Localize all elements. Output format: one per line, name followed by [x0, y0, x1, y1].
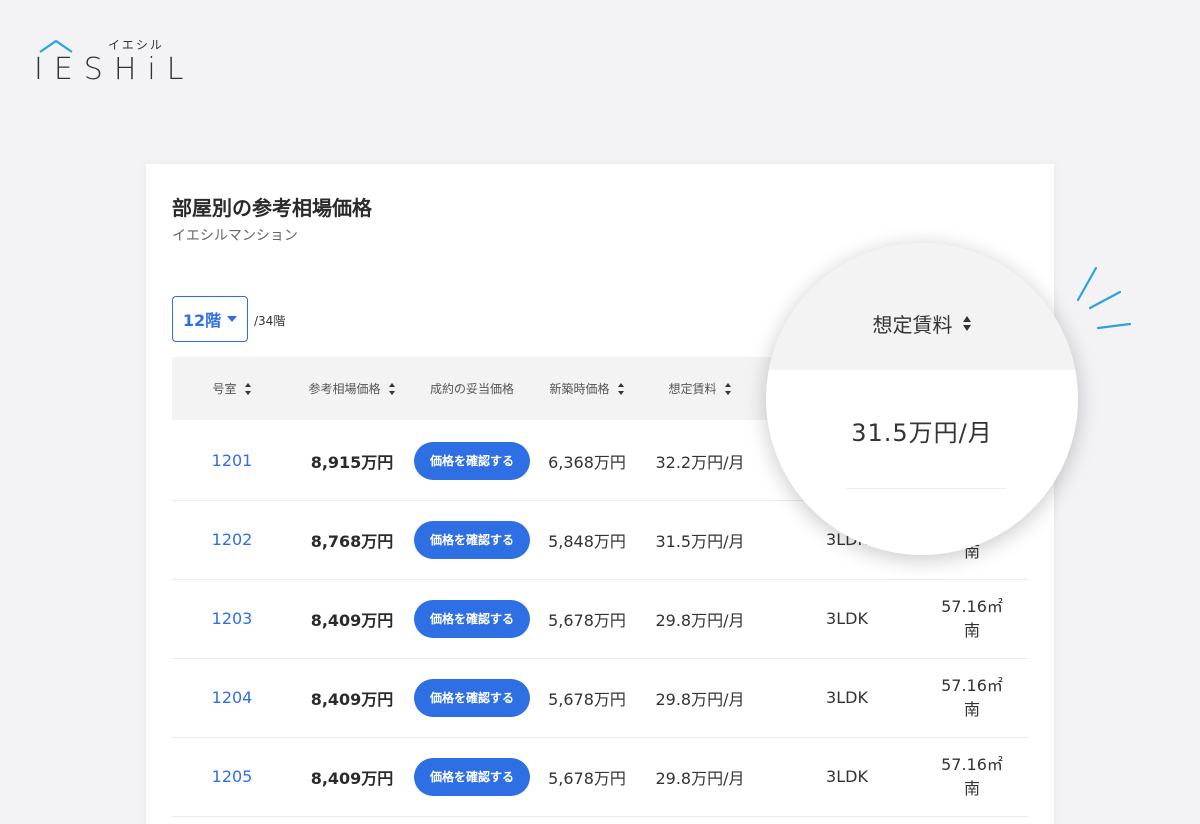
sort-icon: [244, 382, 252, 395]
layout: 3LDK: [826, 688, 868, 707]
area-direction: 57.16㎡ 南: [912, 579, 1032, 658]
direction: 南: [963, 778, 980, 798]
check-price-button[interactable]: 価格を確認する: [414, 678, 530, 717]
area: 57.16㎡: [941, 596, 1003, 616]
reference-price: 8,768万円: [310, 531, 394, 551]
direction: 南: [963, 620, 980, 640]
layout: 3LDK: [826, 609, 868, 628]
rent: 31.5万円/月: [655, 531, 745, 551]
card-title: 部屋別の参考相場価格: [172, 196, 372, 220]
fair-price-cell: 価格を確認する: [412, 737, 532, 816]
fair-price-cell: 価格を確認する: [412, 658, 532, 737]
reference-price: 8,409万円: [310, 689, 394, 709]
reference-price: 8,409万円: [310, 610, 394, 630]
rent: 29.8万円/月: [655, 768, 745, 788]
sort-icon: [724, 382, 732, 395]
room-number-link[interactable]: 1204: [172, 658, 292, 737]
new-price: 5,678万円: [548, 768, 626, 788]
rent: 29.8万円/月: [655, 689, 745, 709]
direction: 南: [963, 699, 980, 719]
th-reference-price[interactable]: 参考相場価格: [292, 357, 412, 420]
table-row: 1204 8,409万円 価格を確認する 5,678万円 29.8万円/月 3L…: [172, 658, 1028, 738]
area-direction: 57.16㎡ 南: [912, 658, 1032, 737]
check-price-button[interactable]: 価格を確認する: [414, 520, 530, 559]
rent: 29.8万円/月: [655, 610, 745, 630]
new-price: 5,848万円: [548, 531, 626, 551]
area: 57.16㎡: [941, 754, 1003, 774]
reference-price: 8,409万円: [310, 768, 394, 788]
floor-select-value: 12階: [182, 311, 222, 330]
sort-icon: [962, 316, 972, 331]
magnifier-callout: 想定賃料 31.5万円/月: [766, 243, 1078, 555]
check-price-button[interactable]: 価格を確認する: [414, 757, 530, 796]
new-price: 6,368万円: [548, 452, 626, 472]
th-rent[interactable]: 想定賃料: [642, 357, 758, 420]
ieshil-logo: イエシル IESHiL: [34, 34, 183, 94]
area-direction: 57.16㎡ 南: [912, 737, 1032, 816]
layout: 3LDK: [826, 767, 868, 786]
table-row: 1203 8,409万円 価格を確認する 5,678万円 29.8万円/月 3L…: [172, 579, 1028, 659]
check-price-button[interactable]: 価格を確認する: [414, 599, 530, 638]
building-name: イエシルマンション: [172, 228, 298, 244]
floor-total: /34階: [254, 314, 286, 328]
sparkle-icon: [1076, 266, 1132, 330]
magnifier-divider: [846, 488, 1006, 489]
fair-price-cell: 価格を確認する: [412, 421, 532, 500]
room-number-link[interactable]: 1202: [172, 500, 292, 579]
th-fair-price: 成約の妥当価格: [429, 382, 514, 396]
room-number-link[interactable]: 1201: [172, 421, 292, 500]
table-row: 1205 8,409万円 価格を確認する 5,678万円 29.8万円/月 3L…: [172, 737, 1028, 817]
logo-kana: イエシル: [108, 38, 164, 52]
magnifier-header: 想定賃料: [766, 243, 1078, 370]
sort-icon: [617, 382, 625, 395]
fair-price-cell: 価格を確認する: [412, 579, 532, 658]
room-number-link[interactable]: 1203: [172, 579, 292, 658]
magnifier-value: 31.5万円/月: [851, 419, 993, 447]
th-room[interactable]: 号室: [172, 357, 292, 420]
fair-price-cell: 価格を確認する: [412, 500, 532, 579]
chevron-down-icon: [227, 316, 238, 322]
new-price: 5,678万円: [548, 610, 626, 630]
sort-icon: [388, 382, 396, 395]
logo-wordmark: IESHiL: [34, 52, 195, 87]
room-number-link[interactable]: 1205: [172, 737, 292, 816]
floor-select[interactable]: 12階: [172, 296, 248, 342]
new-price: 5,678万円: [548, 689, 626, 709]
magnifier-header-label: 想定賃料: [872, 313, 953, 337]
th-new-price[interactable]: 新築時価格: [532, 357, 642, 420]
reference-price: 8,915万円: [310, 452, 394, 472]
rent: 32.2万円/月: [655, 452, 745, 472]
area: 57.16㎡: [941, 675, 1003, 695]
check-price-button[interactable]: 価格を確認する: [414, 441, 530, 480]
